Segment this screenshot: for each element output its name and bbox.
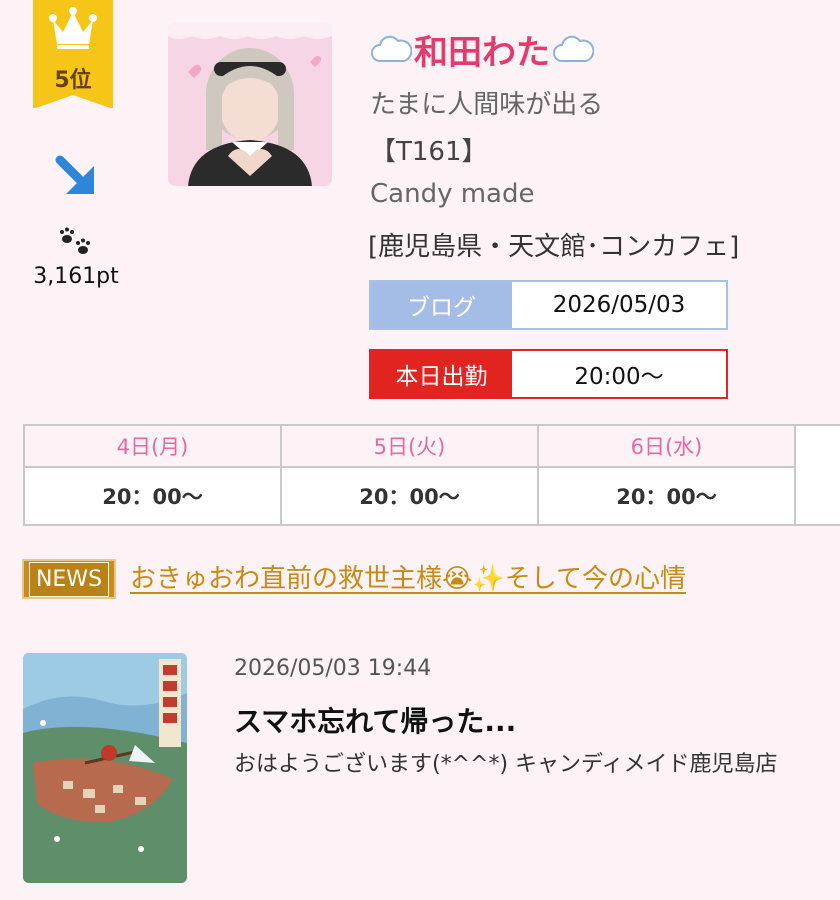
schedule-day-label: 6日(水) [539,426,794,468]
profile-tagline: たまに人間味が出る [370,90,604,120]
post-excerpt: おはようございます(*^^*) キャンディメイド鹿児島店 [234,752,778,777]
schedule-day[interactable]: 5日(火) 20：00〜 [282,426,539,524]
profile-area: [鹿児島県・天文館･コンカフェ] [368,232,740,262]
blog-button[interactable]: ブログ 2026/05/03 [369,280,728,330]
schedule-day[interactable]: 6日(水) 20：00〜 [539,426,796,524]
profile-photo[interactable] [168,22,332,186]
rank-ribbon: 5位 [33,0,113,109]
schedule-day-label: 4日(月) [25,426,280,468]
attendance-time: 20:00〜 [574,364,664,390]
schedule-day-time: 20：00〜 [102,485,203,509]
rank-label: 5位 [54,68,92,93]
news-badge: NEWS [22,559,116,599]
weekly-schedule: 4日(月) 20：00〜 5日(火) 20：00〜 6日(水) 20：00〜 [23,424,840,526]
post-title[interactable]: スマホ忘れて帰った... [234,700,516,740]
arrow-down-right-icon [55,155,94,194]
news-badge-label: NEWS [28,561,110,597]
attendance-label: 本日出勤 [371,351,512,397]
schedule-day[interactable]: 4日(月) 20：00〜 [25,426,282,524]
attendance-today[interactable]: 本日出勤 20:00〜 [369,349,728,399]
profile-height: 【T161】 [370,137,488,167]
paw-icon [60,227,90,254]
points-value: 3,161pt [33,264,119,289]
schedule-day-label: 5日(火) [282,426,537,468]
post-thumbnail[interactable] [23,653,187,883]
cloud-icon [371,35,412,62]
post-datetime: 2026/05/03 19:44 [234,656,432,681]
blog-label: ブログ [371,282,512,328]
profile-name-text: 和田わた [414,32,550,73]
profile-name[interactable]: 和田わた [368,26,596,73]
post-thumbnail-image [23,653,187,883]
profile-shop: Candy made [370,179,535,209]
blog-date: 2026/05/03 [552,292,686,318]
profile-photo-image [168,22,332,186]
news-link[interactable]: おきゅおわ直前の救世主様😭✨そして今の心情 [130,558,686,595]
schedule-day-time: 20：00〜 [359,485,460,509]
schedule-day-time: 20：00〜 [616,485,717,509]
crown-icon [49,7,97,49]
cloud-icon [553,35,594,62]
